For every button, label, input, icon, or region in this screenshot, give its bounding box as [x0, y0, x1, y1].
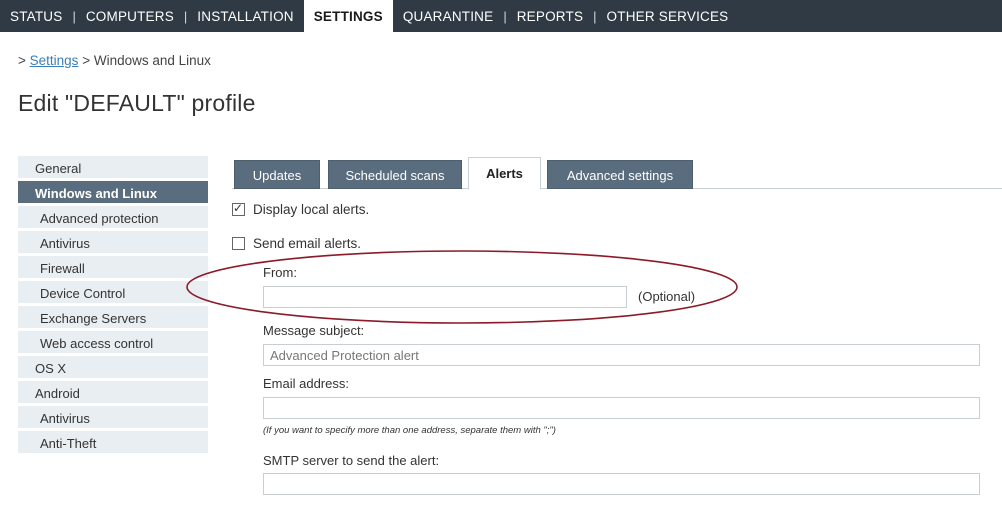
- nav-reports[interactable]: REPORTS: [507, 0, 593, 32]
- sidebar-item-device-control[interactable]: Device Control: [18, 281, 208, 306]
- sidebar-item-antivirus[interactable]: Antivirus: [18, 231, 208, 256]
- checkmark-icon: ✓: [233, 201, 244, 215]
- email-address-hint: (If you want to specify more than one ad…: [263, 425, 556, 436]
- sidebar-item-windows-linux[interactable]: Windows and Linux: [18, 181, 208, 206]
- nav-installation[interactable]: INSTALLATION: [187, 0, 303, 32]
- from-optional-note: (Optional): [638, 289, 696, 304]
- tab-alerts[interactable]: Alerts: [468, 157, 541, 190]
- display-local-alerts-label: Display local alerts.: [253, 202, 370, 217]
- sidebar-item-android[interactable]: Android: [18, 381, 208, 406]
- sidebar-item-firewall[interactable]: Firewall: [18, 256, 208, 281]
- message-subject-label: Message subject:: [263, 323, 365, 338]
- send-email-alerts-label: Send email alerts.: [253, 236, 362, 251]
- nav-status[interactable]: STATUS: [0, 0, 72, 32]
- sidebar-item-general[interactable]: General: [18, 156, 208, 181]
- breadcrumb: > Settings > Windows and Linux: [18, 53, 211, 68]
- email-address-label: Email address:: [263, 376, 349, 391]
- sidebar-item-web-access-control[interactable]: Web access control: [18, 331, 208, 356]
- nav-quarantine[interactable]: QUARANTINE: [393, 0, 504, 32]
- breadcrumb-current: > Windows and Linux: [82, 53, 211, 68]
- sidebar-item-advanced-protection[interactable]: Advanced protection: [18, 206, 208, 231]
- send-email-alerts-checkbox[interactable]: [232, 237, 245, 250]
- tab-updates[interactable]: Updates: [234, 160, 320, 189]
- from-input[interactable]: [263, 286, 627, 308]
- sidebar-item-android-antivirus[interactable]: Antivirus: [18, 406, 208, 431]
- tab-scheduled-scans[interactable]: Scheduled scans: [328, 160, 462, 189]
- breadcrumb-prefix: >: [18, 53, 26, 68]
- sidebar-item-exchange-servers[interactable]: Exchange Servers: [18, 306, 208, 331]
- nav-other-services[interactable]: OTHER SERVICES: [597, 0, 739, 32]
- sidebar-item-anti-theft[interactable]: Anti-Theft: [18, 431, 208, 456]
- smtp-server-label: SMTP server to send the alert:: [263, 453, 440, 468]
- smtp-server-input[interactable]: [263, 473, 980, 495]
- sidebar-item-osx[interactable]: OS X: [18, 356, 208, 381]
- nav-settings[interactable]: SETTINGS: [303, 0, 393, 32]
- nav-computers[interactable]: COMPUTERS: [76, 0, 184, 32]
- email-address-input[interactable]: [263, 397, 980, 419]
- display-local-alerts-row: ✓ Display local alerts.: [232, 201, 370, 217]
- send-email-alerts-row: Send email alerts.: [232, 236, 361, 251]
- page-title: Edit "DEFAULT" profile: [18, 90, 256, 116]
- breadcrumb-settings-link[interactable]: Settings: [30, 53, 79, 68]
- from-label: From:: [263, 265, 297, 280]
- display-local-alerts-checkbox[interactable]: ✓: [232, 201, 245, 216]
- settings-sidebar: General Windows and Linux Advanced prote…: [18, 156, 208, 456]
- top-navigation: STATUS | COMPUTERS | INSTALLATION SETTIN…: [0, 0, 1002, 32]
- message-subject-input[interactable]: [263, 344, 980, 366]
- tab-advanced-settings[interactable]: Advanced settings: [547, 160, 693, 189]
- profile-tabs: Updates Scheduled scans Alerts Advanced …: [232, 157, 1002, 190]
